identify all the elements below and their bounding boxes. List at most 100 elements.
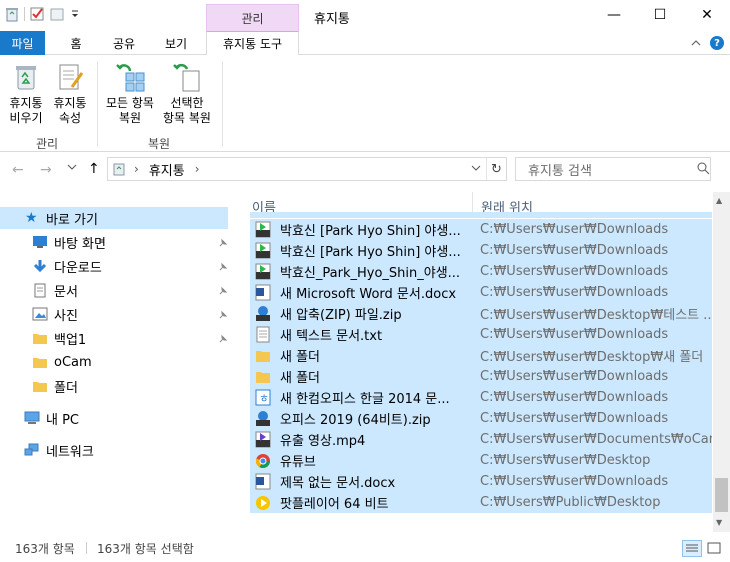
restore-selected-button[interactable]: 선택한 항목 복원 xyxy=(158,59,216,126)
properties-icon[interactable] xyxy=(29,6,45,22)
table-row[interactable]: 유튜브 C:₩Users₩user₩Desktop xyxy=(250,450,712,471)
table-row[interactable]: 오피스 2019 (64비트).zip C:₩Users₩user₩Downlo… xyxy=(250,408,712,429)
quick-access-toolbar xyxy=(4,6,85,22)
file-name: 박효신 [Park Hyo Shin] 야생... xyxy=(280,224,461,239)
table-row[interactable]: 박효신 [Park Hyo Shin] 야생... C:₩Users₩user₩… xyxy=(250,240,712,261)
nav-network[interactable]: 네트워크 xyxy=(24,439,228,461)
file-name: 새 폴더 xyxy=(280,371,321,386)
table-row[interactable]: 새 압축(ZIP) 파일.zip C:₩Users₩user₩Desktop₩테… xyxy=(250,303,712,324)
mp3-icon xyxy=(255,221,271,238)
file-location: C:₩Users₩user₩Downloads xyxy=(480,369,669,384)
breadcrumb-chevron-icon[interactable]: › xyxy=(134,162,139,176)
nav-item-label: 사진 xyxy=(54,308,78,324)
search-icon[interactable] xyxy=(696,161,710,175)
vertical-scrollbar[interactable]: ▲ ▼ xyxy=(713,192,730,532)
table-row[interactable]: 제목 없는 문서.docx C:₩Users₩user₩Downloads xyxy=(250,471,712,492)
pin-icon[interactable] xyxy=(218,309,228,319)
restore-selected-label-line2: 항목 복원 xyxy=(163,111,211,125)
large-icons-view-icon[interactable] xyxy=(706,541,722,556)
tab-view[interactable]: 보기 xyxy=(156,31,196,55)
qat-separator xyxy=(24,7,25,21)
table-row[interactable]: 팟플레이어 64 비트 C:₩Users₩Public₩Desktop xyxy=(250,492,712,513)
table-row[interactable]: 새 폴더 C:₩Users₩user₩Downloads xyxy=(250,366,712,387)
table-row[interactable]: 유출 영상.mp4 C:₩Users₩user₩Documents₩oCam xyxy=(250,429,712,450)
nav-item-label: 다운로드 xyxy=(54,260,102,276)
chrome-icon xyxy=(255,452,271,469)
file-location: C:₩Users₩user₩Desktop xyxy=(480,453,651,468)
maximize-button[interactable]: ☐ xyxy=(637,0,683,30)
word-icon xyxy=(255,284,271,301)
tab-recycle-bin-tools[interactable]: 휴지통 도구 xyxy=(206,31,299,56)
potplayer-icon xyxy=(255,494,271,511)
properties-icon xyxy=(54,61,86,93)
breadcrumb-chevron-icon[interactable]: › xyxy=(195,162,200,176)
help-icon[interactable]: ? xyxy=(710,36,724,50)
restore-all-button[interactable]: 모든 항목 복원 xyxy=(102,59,158,126)
file-location: C:₩Users₩user₩Downloads xyxy=(480,411,669,426)
empty-recycle-bin-button[interactable]: 휴지통 비우기 xyxy=(4,59,48,126)
up-arrow-icon[interactable]: ↑ xyxy=(88,161,100,177)
nav-item-folder[interactable]: 폴더 xyxy=(32,375,228,397)
title-bar: 관리 휴지통 — ☐ ✕ xyxy=(0,0,730,32)
file-name: 박효신 [Park Hyo Shin] 야생... xyxy=(280,245,461,260)
search-input[interactable]: 휴지통 검색 xyxy=(515,157,711,181)
file-name: 유출 영상.mp4 xyxy=(280,434,366,449)
nav-item-ocam[interactable]: oCam xyxy=(32,351,228,373)
nav-item-desktop[interactable]: 바탕 화면 xyxy=(32,231,228,253)
tab-share[interactable]: 공유 xyxy=(104,31,144,55)
file-name: 팟플레이어 64 비트 xyxy=(280,497,389,512)
pictures-icon xyxy=(32,307,48,321)
tab-home[interactable]: 홈 xyxy=(58,31,94,55)
nav-item-backup1[interactable]: 백업1 xyxy=(32,327,228,349)
folder-icon xyxy=(32,355,48,369)
forward-arrow-icon[interactable]: → xyxy=(40,162,52,178)
pin-icon[interactable] xyxy=(218,237,228,247)
recent-locations-icon[interactable] xyxy=(66,161,78,173)
address-dropdown-icon[interactable] xyxy=(470,161,482,175)
file-location: C:₩Users₩user₩Downloads xyxy=(480,390,669,405)
pin-icon[interactable] xyxy=(218,333,228,343)
nav-item-downloads[interactable]: 다운로드 xyxy=(32,255,228,277)
restore-selected-icon xyxy=(171,61,203,93)
status-bar: 163개 항목 163개 항목 선택함 xyxy=(0,534,730,562)
nav-item-label: 폴더 xyxy=(54,380,78,396)
file-location: C:₩Users₩user₩Downloads xyxy=(480,222,669,237)
recycle-bin-properties-button[interactable]: 휴지통 속성 xyxy=(48,59,92,126)
empty-label-line1: 휴지통 xyxy=(9,96,43,110)
nav-item-documents[interactable]: 문서 xyxy=(32,279,228,301)
nav-item-pictures[interactable]: 사진 xyxy=(32,303,228,325)
mp3-icon xyxy=(255,263,271,280)
refresh-icon[interactable]: ↻ xyxy=(486,158,506,180)
table-row[interactable]: ㅎ 새 한컴오피스 한글 2014 문... C:₩Users₩user₩Dow… xyxy=(250,387,712,408)
file-location: C:₩Users₩user₩Downloads xyxy=(480,285,669,300)
customize-qat-icon[interactable] xyxy=(69,6,85,22)
details-view-icon[interactable] xyxy=(682,540,702,557)
address-bar[interactable]: › 휴지통 › ↻ xyxy=(107,157,507,181)
file-location: C:₩Users₩Public₩Desktop xyxy=(480,495,661,510)
file-location: C:₩Users₩user₩Downloads xyxy=(480,474,669,489)
pc-icon xyxy=(24,411,40,425)
status-item-count: 163개 항목 xyxy=(15,541,75,556)
nav-this-pc[interactable]: 내 PC xyxy=(24,407,228,429)
table-row[interactable]: 새 폴더 C:₩Users₩user₩Desktop₩새 폴더 xyxy=(250,345,712,366)
scroll-up-icon[interactable]: ▲ xyxy=(716,196,722,205)
nav-quick-access[interactable]: ★ 바로 가기 xyxy=(0,207,228,229)
pin-icon[interactable] xyxy=(218,261,228,271)
close-button[interactable]: ✕ xyxy=(684,0,730,30)
back-arrow-icon[interactable]: ← xyxy=(12,162,24,178)
recycle-bin-icon[interactable] xyxy=(4,6,20,22)
scroll-down-icon[interactable]: ▼ xyxy=(716,518,722,527)
tab-file[interactable]: 파일 xyxy=(0,31,45,55)
new-folder-icon[interactable] xyxy=(49,6,65,22)
pin-icon[interactable] xyxy=(218,285,228,295)
table-row[interactable]: 박효신_Park_Hyo_Shin_야생... C:₩Users₩user₩Do… xyxy=(250,261,712,282)
collapse-ribbon-icon[interactable] xyxy=(690,37,702,49)
network-icon xyxy=(24,443,40,457)
table-row[interactable]: 새 텍스트 문서.txt C:₩Users₩user₩Downloads xyxy=(250,324,712,345)
table-row-partial[interactable] xyxy=(250,212,712,218)
table-row[interactable]: 박효신 [Park Hyo Shin] 야생... C:₩Users₩user₩… xyxy=(250,219,712,240)
table-row[interactable]: 새 Microsoft Word 문서.docx C:₩Users₩user₩D… xyxy=(250,282,712,303)
breadcrumb-current[interactable]: 휴지통 xyxy=(149,160,185,179)
minimize-button[interactable]: — xyxy=(591,0,637,30)
scroll-thumb[interactable] xyxy=(715,478,728,512)
